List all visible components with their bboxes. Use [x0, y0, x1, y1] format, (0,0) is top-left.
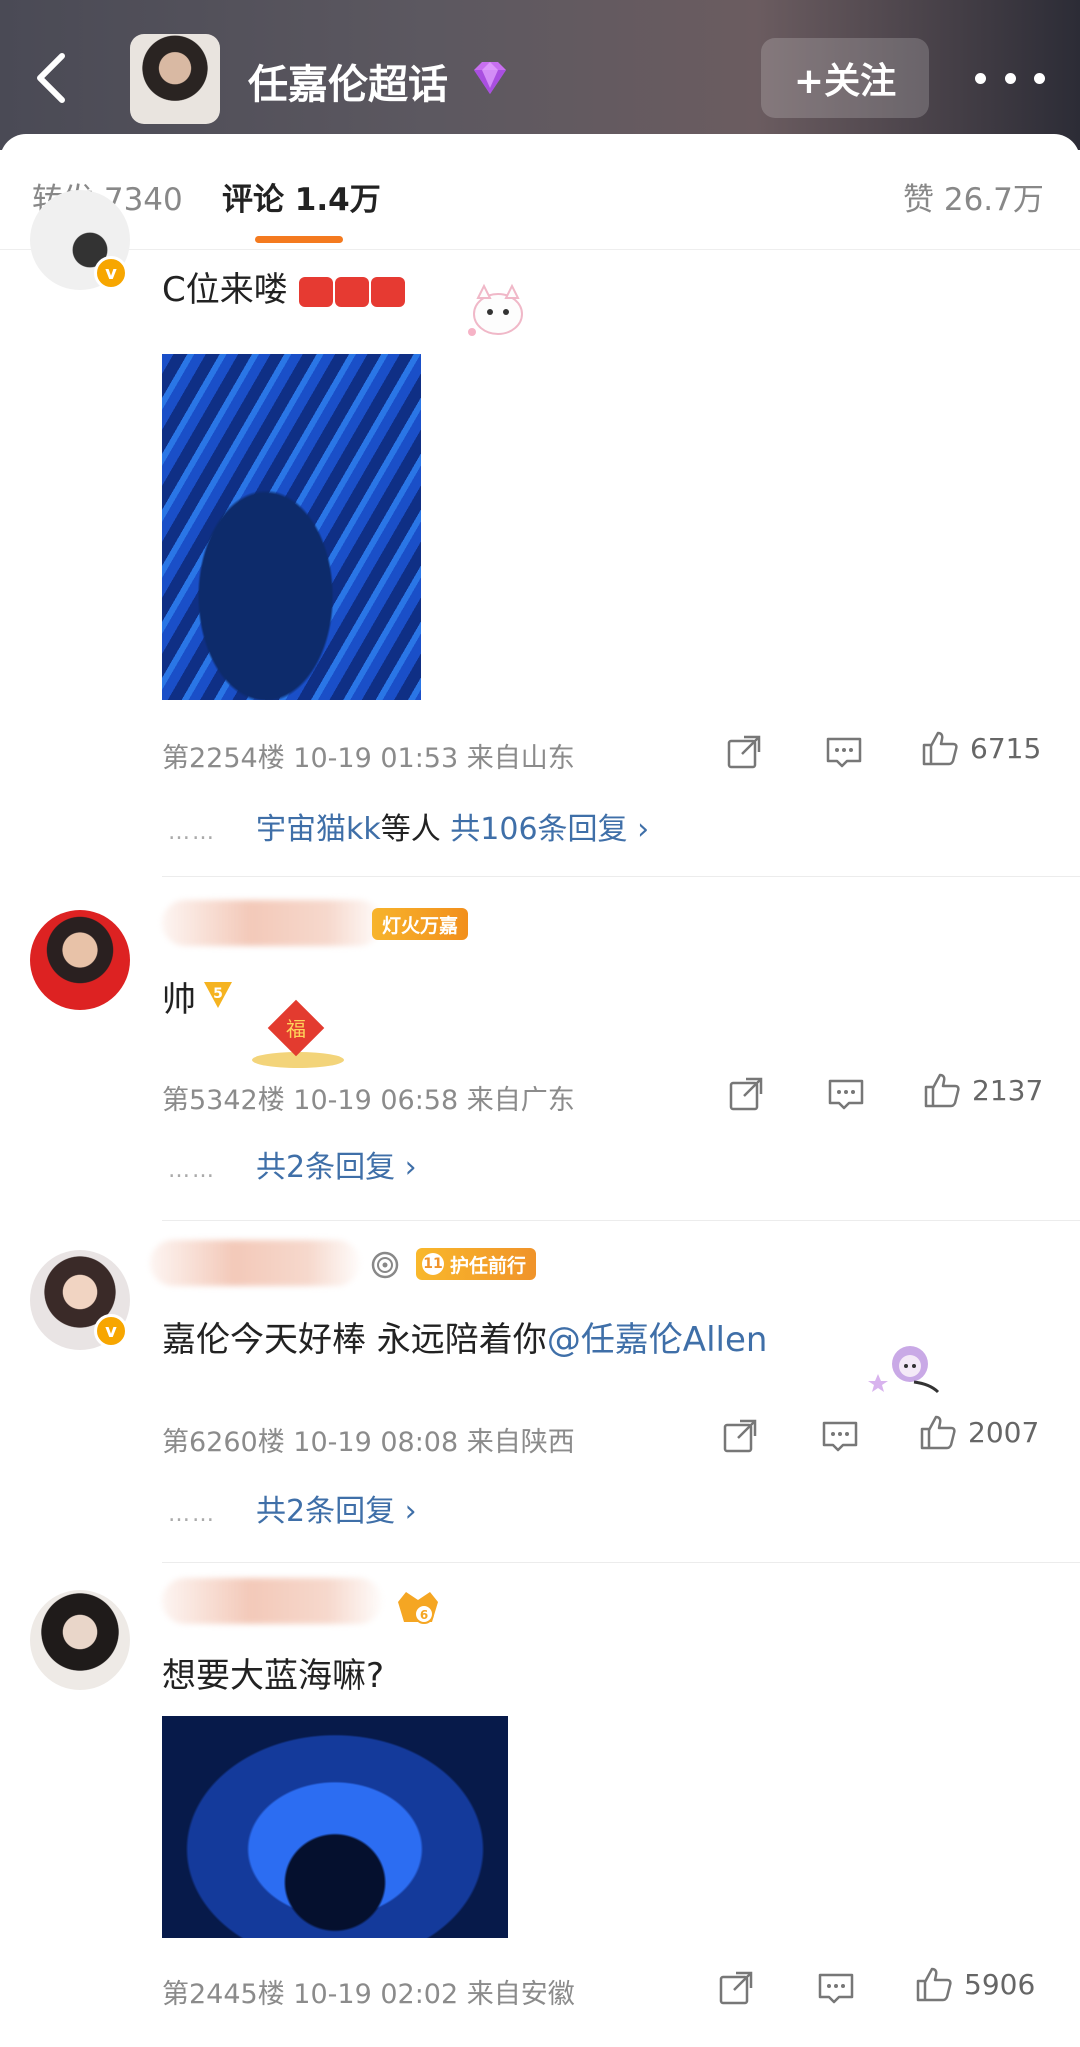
- comment-meta: 第2254楼 10-19 01:53 来自山东: [162, 743, 575, 774]
- comment-text-body: C位来喽: [162, 270, 288, 310]
- comment-meta: 第2445楼 10-19 02:02 来自安徽: [162, 1979, 575, 2010]
- comment-text: C位来喽: [162, 262, 405, 311]
- repost-action[interactable]: [720, 1416, 760, 1456]
- view-replies-link[interactable]: 共106条回复 ›: [450, 812, 649, 847]
- topic-header: 任嘉伦超话 +关注: [0, 0, 1080, 150]
- comment-text: 嘉伦今天好棒 永远陪着你@任嘉伦Allen: [162, 1312, 767, 1361]
- replies-summary[interactable]: …… 宇宙猫kk等人 共106条回复 ›: [168, 804, 649, 848]
- reply-action[interactable]: [820, 1416, 860, 1456]
- comment-icon: [818, 1973, 854, 2004]
- share-icon: [727, 735, 761, 769]
- thumbs-up-icon: [916, 1967, 952, 2002]
- comment-text: 想要大蓝海嘛?: [162, 1656, 385, 1696]
- like-count: 6715: [970, 731, 1042, 765]
- like-action[interactable]: 2137: [922, 1070, 1043, 1110]
- crown-level-icon: 6: [398, 1592, 438, 1624]
- like-count: 5906: [964, 1967, 1036, 2001]
- username-blurred[interactable]: [162, 1578, 382, 1624]
- comment-icon: [826, 737, 862, 768]
- thumbs-up-icon: [922, 731, 958, 766]
- reply-action[interactable]: [824, 732, 864, 772]
- more-options-icon[interactable]: [975, 56, 1045, 100]
- thumbs-up-icon: [920, 1415, 956, 1450]
- replies-dots: ……: [168, 1502, 216, 1527]
- cat-sticker-icon: [468, 283, 523, 336]
- comment-meta: 第5342楼 10-19 06:58 来自广东: [162, 1085, 575, 1116]
- repost-action[interactable]: [716, 1968, 756, 2008]
- level-number: 6: [420, 1608, 428, 1622]
- cat-girl-sticker-icon: [868, 1346, 940, 1394]
- reply-action[interactable]: [826, 1074, 866, 1114]
- replies-summary[interactable]: …… 共2条回复 ›: [168, 1142, 417, 1186]
- fan-badge-label: 护任前行: [450, 1254, 527, 1277]
- replies-dots: ……: [168, 1158, 216, 1183]
- comment-text-body: 帅: [162, 980, 196, 1020]
- replies-users[interactable]: 宇宙猫kk: [256, 812, 381, 847]
- level-badge-icon: 5: [204, 982, 232, 1008]
- share-icon: [719, 1971, 753, 2005]
- verified-badge-icon: v: [94, 1314, 128, 1348]
- divider: [162, 876, 1080, 877]
- follow-button[interactable]: +关注: [761, 38, 929, 118]
- chevron-left-icon: [37, 53, 65, 103]
- avatar[interactable]: [30, 910, 130, 1010]
- verified-badge-icon: v: [94, 256, 128, 290]
- like-action[interactable]: 5906: [914, 1964, 1035, 2004]
- divider: [162, 1220, 1080, 1221]
- comment-icon: [828, 1079, 864, 1110]
- topic-avatar[interactable]: [130, 34, 220, 124]
- back-button[interactable]: [30, 50, 74, 106]
- thumbs-up-icon: [924, 1073, 960, 1108]
- mention-link[interactable]: @任嘉伦Allen: [547, 1320, 768, 1360]
- fortune-sticker-icon: 福: [252, 999, 344, 1068]
- repost-action[interactable]: [726, 1074, 766, 1114]
- comment-photo[interactable]: [162, 1716, 508, 1938]
- svg-text:福: 福: [286, 1017, 306, 1041]
- fan-badge-level: 11: [422, 1253, 444, 1275]
- tab-comment[interactable]: 评论 1.4万: [222, 174, 381, 219]
- diamond-icon: [474, 62, 506, 94]
- like-action[interactable]: 6715: [920, 728, 1041, 768]
- replies-dots: ……: [168, 820, 216, 845]
- replies-users-suffix: 等人: [380, 812, 441, 847]
- username-blurred[interactable]: [150, 1240, 360, 1286]
- comment-icon: [822, 1421, 858, 1452]
- lollipop-icon: [371, 1251, 399, 1279]
- like-count: 2007: [968, 1415, 1040, 1449]
- share-icon: [723, 1419, 757, 1453]
- repost-action[interactable]: [724, 732, 764, 772]
- comment-photo[interactable]: [162, 354, 421, 700]
- active-tab-indicator: [255, 236, 343, 243]
- cheer-emoji: [298, 276, 405, 307]
- comment-text: 帅: [162, 972, 196, 1021]
- svg-text:5: 5: [213, 986, 223, 1002]
- avatar[interactable]: [30, 1590, 130, 1690]
- comment-text-body: 嘉伦今天好棒 永远陪着你: [162, 1320, 547, 1360]
- divider: [162, 1562, 1080, 1563]
- view-replies-link[interactable]: 共2条回复 ›: [256, 1150, 417, 1185]
- tab-like[interactable]: 赞 26.7万: [903, 174, 1044, 219]
- fan-badge[interactable]: 11 护任前行: [416, 1248, 537, 1280]
- like-count: 2137: [972, 1073, 1044, 1107]
- view-replies-link[interactable]: 共2条回复 ›: [256, 1494, 417, 1529]
- replies-summary[interactable]: …… 共2条回复 ›: [168, 1486, 417, 1530]
- reply-action[interactable]: [816, 1968, 856, 2008]
- username-blurred[interactable]: [162, 900, 382, 946]
- share-icon: [729, 1077, 763, 1111]
- comment-meta: 第6260楼 10-19 08:08 来自陕西: [162, 1427, 575, 1458]
- topic-title[interactable]: 任嘉伦超话: [248, 52, 448, 110]
- like-action[interactable]: 2007: [918, 1412, 1039, 1452]
- tab-bar: 转发 7340 评论 1.4万 赞 26.7万: [0, 134, 1080, 250]
- fan-badge[interactable]: 灯火万嘉: [372, 908, 469, 940]
